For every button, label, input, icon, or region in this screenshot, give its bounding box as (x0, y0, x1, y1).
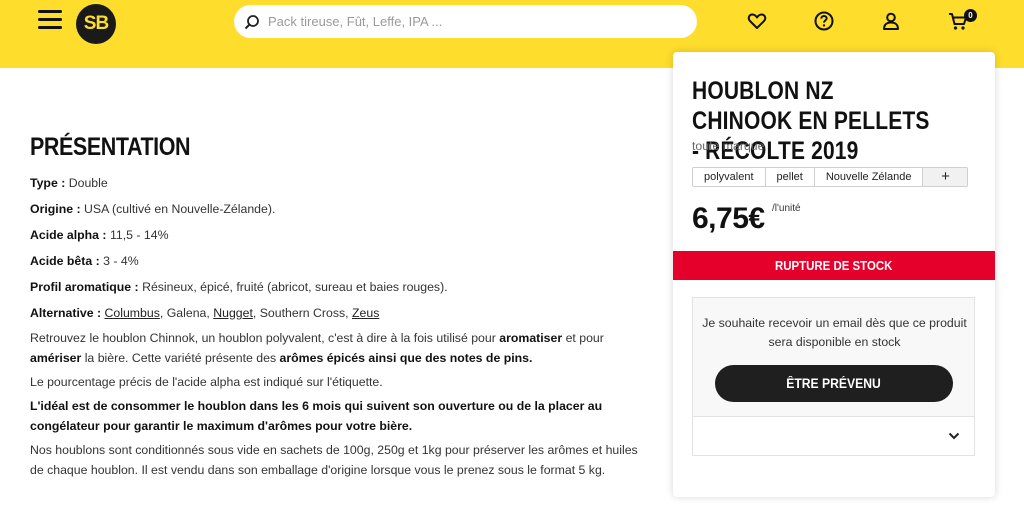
tag-item[interactable]: Nouvelle Zélande (815, 168, 924, 186)
desc-bold: arômes épicés ainsi que des notes de pin… (279, 351, 533, 365)
origin-value: USA (cultivé en Nouvelle-Zélande). (83, 202, 276, 216)
alt-item-galena: Galena (166, 306, 207, 320)
beta-label: Acide bêta : (30, 254, 100, 268)
presentation-section: PRÉSENTATION Type : Double Origine : USA… (30, 133, 650, 484)
beta-value: 3 - 4% (103, 254, 139, 268)
product-brand: toute marque (692, 139, 765, 153)
menu-icon[interactable] (38, 10, 62, 32)
desc-bold: aromatiser (499, 331, 563, 345)
stock-status-banner: RUPTURE DE STOCK (673, 251, 995, 280)
desc-text: Retrouvez le houblon Chinnok, un houblon… (30, 331, 496, 345)
search-bar[interactable] (234, 5, 697, 38)
heart-icon[interactable] (746, 10, 768, 32)
product-card: HOUBLON NZ CHINOOK EN PELLETS - RÉCOLTE … (673, 52, 995, 497)
tag-list: polyvalent pellet Nouvelle Zélande + (692, 167, 969, 187)
alt-link-zeus[interactable]: Zeus (352, 306, 379, 320)
aroma-value: Résineux, épicé, fruité (abricot, sureau… (142, 280, 448, 294)
alternative-label: Alternative : (30, 306, 102, 320)
user-icon[interactable] (880, 10, 902, 32)
origin-label: Origine : (30, 202, 81, 216)
type-value: Double (68, 176, 108, 190)
description-paragraph: Retrouvez le houblon Chinnok, un houblon… (30, 328, 650, 368)
storage-advice-paragraph: L'idéal est de consommer le houblon dans… (30, 396, 650, 436)
search-input[interactable] (268, 14, 668, 29)
logo[interactable]: SB (76, 4, 116, 44)
origin-row: Origine : USA (cultivé en Nouvelle-Zélan… (30, 202, 650, 216)
price-unit: /l'unité (772, 203, 801, 214)
header: SB 0 (0, 0, 1024, 44)
type-label: Type : (30, 176, 66, 190)
packaging-paragraph: Nos houblons sont conditionnés sous vide… (30, 443, 638, 477)
alt-link-nugget[interactable]: Nugget (213, 306, 253, 320)
notify-button-label: ÊTRE PRÉVENU (786, 376, 882, 391)
alpha-value: 11,5 - 14% (109, 228, 169, 242)
notify-text: Je souhaite recevoir un email dès que ce… (702, 316, 967, 349)
product-price: 6,75€ (692, 202, 765, 235)
storage-advice-text: L'idéal est de consommer le houblon dans… (30, 399, 603, 433)
tag-item[interactable]: polyvalent (693, 168, 766, 186)
alternative-row: Alternative : Columbus, Galena, Nugget, … (30, 306, 380, 320)
desc-text: et pour (565, 331, 604, 345)
aroma-label: Profil aromatique : (30, 280, 139, 294)
type-row: Type : Double (30, 176, 650, 190)
more-tags-button[interactable]: + (923, 168, 968, 186)
help-icon[interactable] (813, 10, 835, 32)
alpha-note-paragraph: Le pourcentage précis de l'acide alpha e… (30, 375, 383, 389)
notify-button[interactable]: ÊTRE PRÉVENU (715, 365, 953, 402)
aroma-row: Profil aromatique : Résineux, épicé, fru… (30, 280, 650, 294)
chevron-down-icon (948, 432, 960, 440)
alt-link-columbus[interactable]: Columbus (105, 306, 160, 320)
tag-item[interactable]: pellet (766, 168, 815, 186)
cart-count-badge: 0 (964, 9, 977, 22)
stock-status-text: RUPTURE DE STOCK (775, 258, 893, 273)
alt-item-southern-cross: Southern Cross (259, 306, 346, 320)
desc-text: la bière. Cette variété présente des (84, 351, 277, 365)
options-dropdown[interactable] (692, 416, 975, 456)
desc-bold: amériser (30, 351, 82, 365)
section-title: PRÉSENTATION (30, 133, 191, 161)
notify-box: Je souhaite recevoir un email dès que ce… (692, 297, 975, 416)
beta-row: Acide bêta : 3 - 4% (30, 254, 650, 268)
alpha-label: Acide alpha : (30, 228, 107, 242)
search-icon (244, 14, 259, 29)
alpha-row: Acide alpha : 11,5 - 14% (30, 228, 650, 242)
